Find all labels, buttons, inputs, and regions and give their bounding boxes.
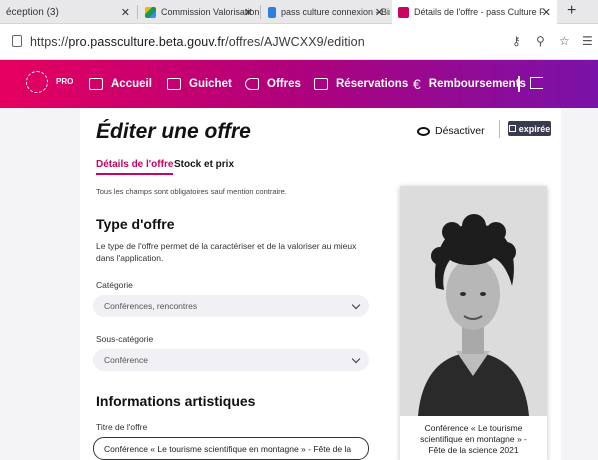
close-tab-icon[interactable]: ✕ [244,6,253,19]
ticket-icon [167,78,181,90]
preview-caption: Conférence « Le tourisme scientifique en… [400,423,547,456]
chevron-down-icon [351,354,361,364]
subcategory-value: Conférence [104,355,148,365]
bing-icon [268,6,276,18]
logout-icon[interactable] [530,77,543,89]
offer-title-label: Titre de l'offre [96,422,148,432]
artistic-section-heading: Informations artistiques [96,393,256,409]
close-tab-icon[interactable]: ✕ [121,6,130,19]
calendar-icon [314,78,328,90]
browser-tab-title: Détails de l'offre - pass Culture F [414,7,545,17]
category-select[interactable]: Conférences, rencontres [93,295,369,317]
euro-icon: € [413,76,421,92]
subcategory-select[interactable]: Conférence [93,349,369,371]
subcategory-label: Sous-catégorie [96,334,154,344]
url-path: /offres/AJWCXX9/edition [225,35,365,49]
chevron-down-icon [351,300,361,310]
browser-tab-bar: éception (3) ✕ Commission Valorisation d… [0,0,598,24]
app-header: PRO Accueil Guichet Offres Réservations … [0,60,598,108]
offer-icon [245,78,259,90]
preview-caption-line: scientifique en montagne » - [420,434,527,444]
page-title: Éditer une offre [96,120,251,143]
category-label: Catégorie [96,280,133,290]
page-info-icon[interactable] [12,35,22,47]
url-prefix: https:// [30,35,69,49]
type-section-heading: Type d'offre [96,216,175,232]
nav-label: Offres [267,78,301,90]
browser-tab[interactable]: pass culture connexion - Bing ✕ [262,0,390,24]
status-badge-label: expirée [518,123,551,134]
home-icon [89,78,103,90]
zoom-icon[interactable]: ⚲ [536,34,545,48]
nav-label: Accueil [111,78,152,90]
nav-label: Guichet [189,78,232,90]
tab-offer-details[interactable]: Détails de l'offre [96,159,174,175]
offer-title-input[interactable]: Conférence « Le tourisme scientifique en… [93,437,369,460]
tab-stock-price[interactable]: Stock et prix [174,159,234,170]
browser-tab-title: pass culture connexion - Bing [281,7,390,17]
browser-tab-title: éception (3) [6,6,59,18]
close-tab-icon[interactable]: ✕ [542,6,551,19]
collections-icon[interactable]: ☰ [582,34,593,48]
required-fields-hint: Tous les champs sont obligatoires sauf m… [96,187,287,196]
pass-culture-icon [398,6,409,18]
nav-label: Réservations [336,78,409,90]
eye-off-icon [417,126,430,136]
offer-image[interactable] [400,186,547,416]
key-icon[interactable]: ⚷ [512,34,521,48]
portrait-illustration [400,186,547,416]
nav-item-accueil[interactable]: Accueil [89,60,152,108]
nav-label: Remboursements [428,78,526,90]
close-tab-icon[interactable]: ✕ [375,6,384,19]
calendar-icon [508,125,516,132]
preview-caption-line: Conférence « Le tourisme [424,423,523,433]
address-bar[interactable]: https://pro.passculture.beta.gouv.fr/off… [0,24,598,60]
category-value: Conférences, rencontres [104,301,198,311]
type-section-description: Le type de l'offre permet de la caractér… [96,241,357,263]
browser-tab[interactable]: Commission Valorisation du Patr ✕ [139,0,259,24]
browser-tab[interactable]: éception (3) ✕ [0,0,136,24]
browser-tab-active[interactable]: Détails de l'offre - pass Culture F ✕ [392,0,557,24]
deactivate-label: Désactiver [435,125,485,137]
nav-item-guichet[interactable]: Guichet [167,60,232,108]
offer-preview-card: Conférence « Le tourisme scientifique en… [400,186,547,460]
nav-item-remboursements[interactable]: € Remboursements [413,60,526,108]
logo-text: PRO [56,77,74,86]
status-badge: expirée [508,121,551,136]
header-action-divider [499,120,500,138]
deactivate-button[interactable]: Désactiver [417,125,485,137]
pass-culture-logo-icon[interactable] [26,71,48,93]
url-host: pro.passculture.beta.gouv.fr [68,35,226,49]
favorite-icon[interactable]: ☆ [559,34,570,48]
nav-item-offres[interactable]: Offres [245,60,301,108]
url-text[interactable]: https://pro.passculture.beta.gouv.fr/off… [30,35,365,49]
preview-caption-line: Fête de la science 2021 [428,445,519,455]
new-tab-icon[interactable]: + [567,2,576,20]
drive-icon [145,6,156,18]
header-divider [518,76,520,92]
nav-item-reservations[interactable]: Réservations [314,60,408,108]
tab-divider [137,5,138,19]
tab-divider [260,5,261,19]
offer-title-value: Conférence « Le tourisme scientifique en… [104,444,352,454]
